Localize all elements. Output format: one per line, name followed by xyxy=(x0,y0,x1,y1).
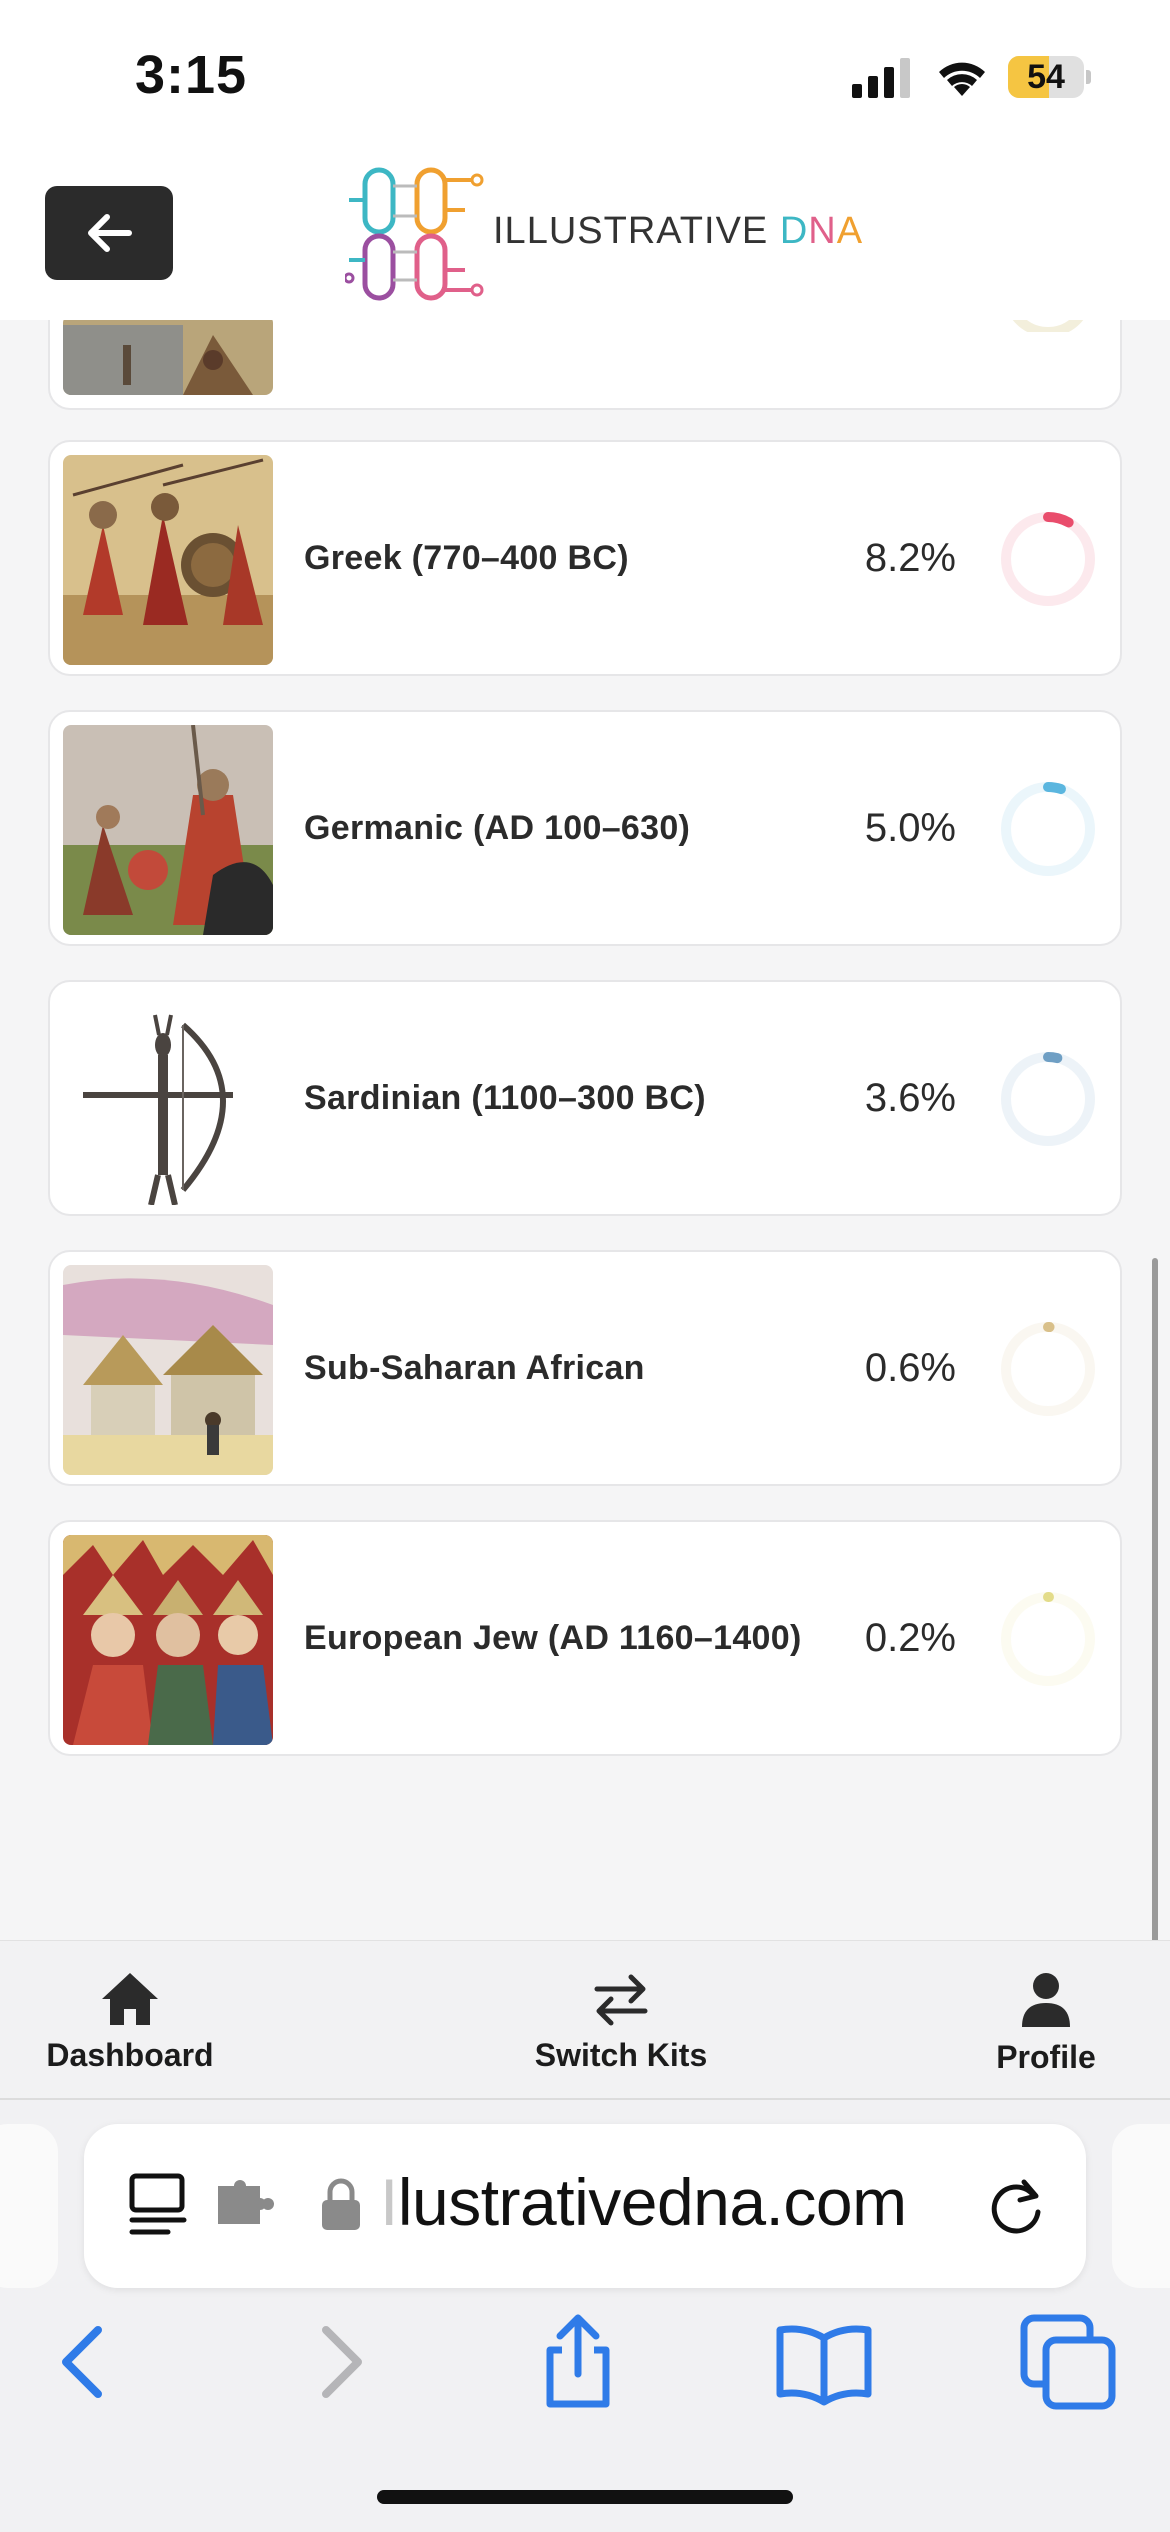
status-bar: 3:15 54 xyxy=(0,0,1170,150)
nav-switch-kits-label: Switch Kits xyxy=(534,2037,708,2073)
chevron-right-icon[interactable] xyxy=(288,2312,388,2412)
population-card-greek[interactable]: Greek (770–400 BC) 8.2% xyxy=(48,440,1122,676)
population-percent: 3.6% xyxy=(864,1076,956,1120)
person-icon xyxy=(1022,1973,1070,2027)
share-icon[interactable] xyxy=(528,2312,628,2412)
population-card-germanic[interactable]: Germanic (AD 100–630) 5.0% xyxy=(48,710,1122,946)
next-tab-preview[interactable] xyxy=(1112,2124,1170,2288)
percentage-ring xyxy=(1012,320,1084,332)
population-name: Germanic (AD 100–630) xyxy=(304,809,691,847)
population-name: Sub-Saharan African xyxy=(304,1349,645,1387)
population-name: European Jew (AD 1160–1400) xyxy=(304,1619,802,1657)
nav-dashboard-label: Dashboard xyxy=(46,2037,214,2073)
lock-icon xyxy=(322,2178,360,2230)
arrow-left-icon xyxy=(88,214,132,252)
nav-dashboard[interactable]: Dashboard xyxy=(10,1971,250,2074)
swap-arrows-icon xyxy=(594,1974,648,2026)
ancestry-list: Greek (770–400 BC) 8.2% Germanic (AD 100… xyxy=(0,320,1170,1940)
population-card-sub-saharan[interactable]: Sub-Saharan African 0.6% xyxy=(48,1250,1122,1486)
cellular-signal-icon xyxy=(852,58,910,98)
logo-text: ILLUSTRATIVE DNA xyxy=(493,210,864,252)
home-indicator xyxy=(377,2490,793,2504)
tabs-icon[interactable] xyxy=(1018,2312,1118,2412)
population-name: Greek (770–400 BC) xyxy=(304,539,629,577)
address-bar[interactable]: Ilustrativedna.com xyxy=(84,2124,1086,2288)
illustrative-dna-logo: ILLUSTRATIVE DNA xyxy=(345,160,862,306)
reader-icon[interactable] xyxy=(128,2172,188,2236)
battery-level: 54 xyxy=(1027,58,1065,96)
population-image xyxy=(63,455,273,665)
population-card[interactable] xyxy=(48,320,1122,410)
browser-toolbar: Ilustrativedna.com xyxy=(0,2100,1170,2532)
population-card-sardinian[interactable]: Sardinian (1100–300 BC) 3.6% xyxy=(48,980,1122,1216)
extension-icon[interactable] xyxy=(214,2180,276,2228)
nav-profile-label: Profile xyxy=(996,2039,1096,2075)
population-name: Sardinian (1100–300 BC) xyxy=(304,1079,706,1117)
nav-profile[interactable]: Profile xyxy=(926,1971,1166,2076)
population-image xyxy=(63,725,273,935)
population-percent: 5.0% xyxy=(864,806,956,850)
url-text[interactable]: Ilustrativedna.com xyxy=(380,2164,907,2240)
population-image xyxy=(63,995,273,1205)
percentage-ring xyxy=(1001,1592,1095,1686)
population-image xyxy=(63,1265,273,1475)
back-button[interactable] xyxy=(45,186,173,280)
dna-logo-icon xyxy=(345,167,484,301)
percentage-ring xyxy=(1001,782,1095,876)
population-image xyxy=(63,320,273,395)
percentage-ring xyxy=(1001,1322,1095,1416)
nav-switch-kits[interactable]: Switch Kits xyxy=(501,1971,741,2074)
population-card-european-jew[interactable]: European Jew (AD 1160–1400) 0.2% xyxy=(48,1520,1122,1756)
population-percent: 0.2% xyxy=(864,1616,956,1660)
status-time: 3:15 xyxy=(135,45,248,105)
percentage-ring xyxy=(1001,1052,1095,1146)
app-header: ILLUSTRATIVE DNA xyxy=(0,150,1170,320)
reload-icon[interactable] xyxy=(984,2174,1048,2238)
chevron-left-icon[interactable] xyxy=(36,2312,136,2412)
wifi-icon xyxy=(939,62,985,96)
population-percent: 0.6% xyxy=(864,1346,956,1390)
population-image xyxy=(63,1535,273,1745)
previous-tab-preview[interactable] xyxy=(0,2124,58,2288)
percentage-ring xyxy=(1001,512,1095,606)
home-icon xyxy=(102,1973,158,2025)
battery-indicator: 54 xyxy=(1008,56,1091,98)
book-icon[interactable] xyxy=(774,2312,874,2412)
population-percent: 8.2% xyxy=(864,536,956,580)
bottom-navigation: Dashboard Switch Kits Profile xyxy=(0,1940,1170,2100)
